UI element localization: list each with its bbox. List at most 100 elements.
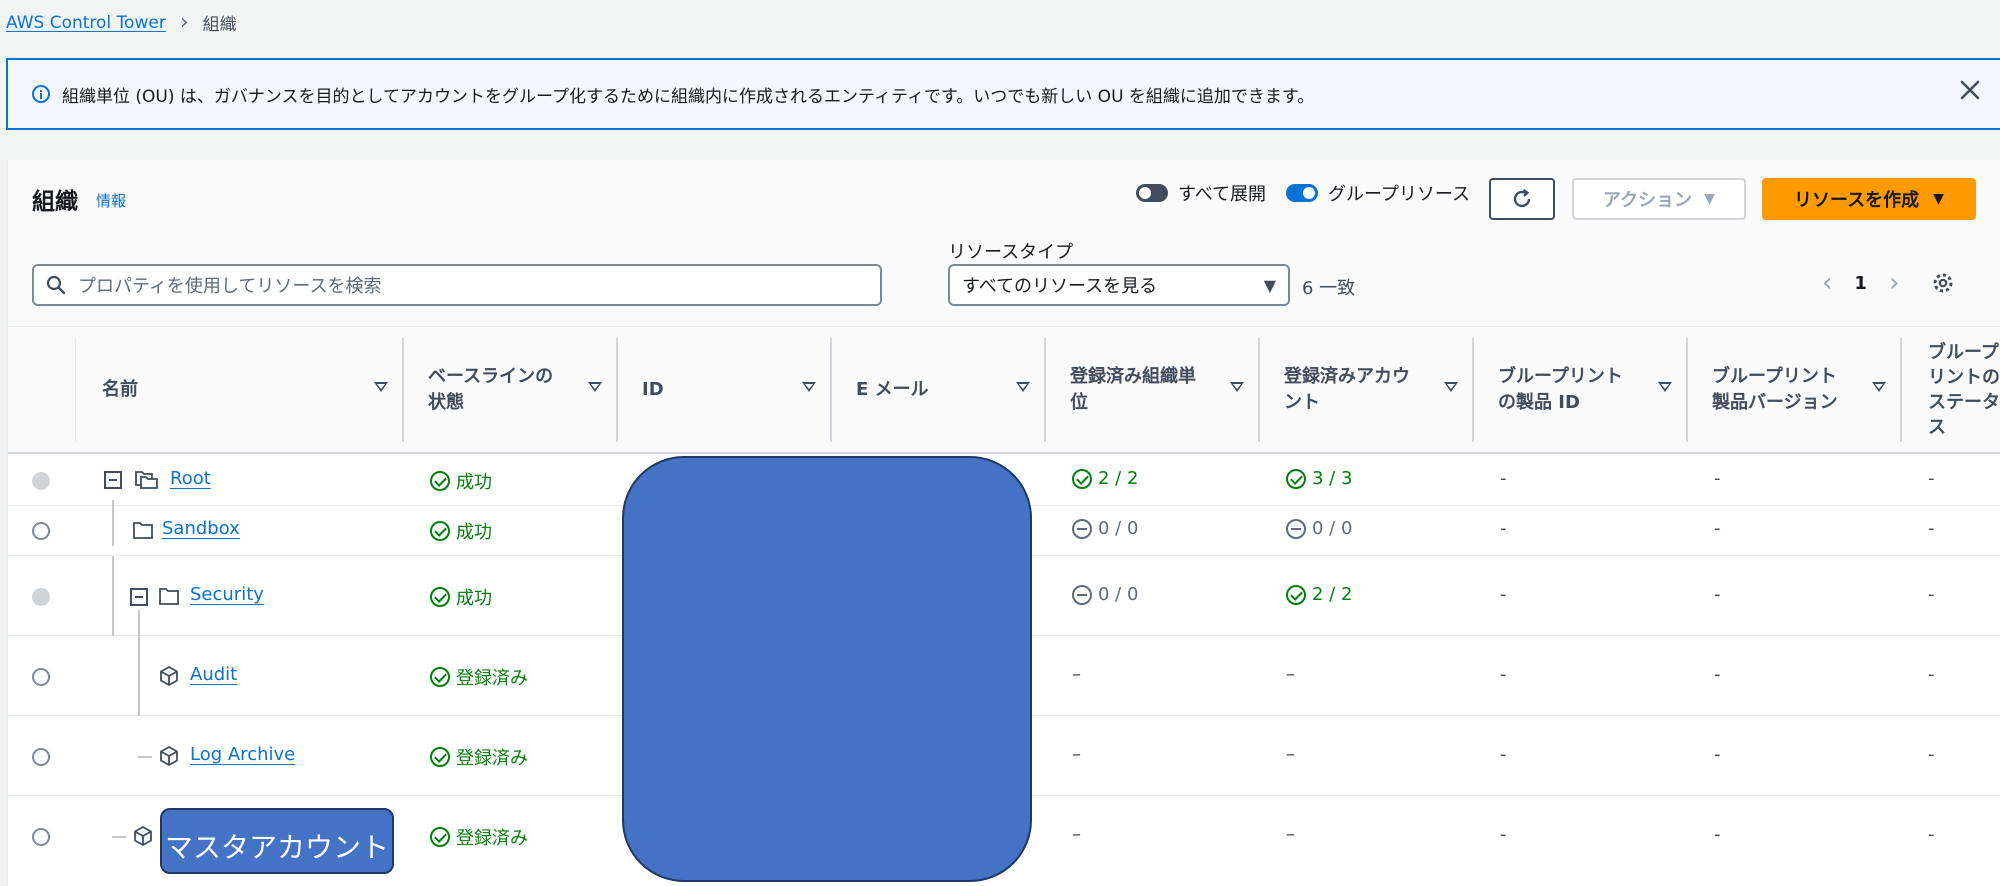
blueprint-product-id: - (1500, 664, 1507, 685)
column-header-name[interactable]: 名前 (78, 338, 404, 442)
sort-icon[interactable] (1658, 382, 1672, 392)
row-name-link[interactable]: Sandbox (162, 518, 240, 539)
row-name-link[interactable]: Log Archive (190, 744, 295, 765)
resource-type-value: すべてのリソースを見る (962, 276, 1158, 297)
baseline-status: 登録済み (430, 744, 528, 770)
row-radio[interactable] (32, 828, 50, 846)
registered-ou-count: 2 / 2 (1072, 468, 1138, 489)
tree-line (112, 500, 114, 546)
column-header-id[interactable]: ID (618, 338, 832, 442)
blueprint-version: - (1714, 468, 1721, 489)
collapse-icon[interactable] (130, 588, 148, 606)
tree-line (112, 836, 126, 838)
page-title: 組織 (32, 189, 78, 215)
row-radio[interactable] (32, 748, 50, 766)
column-header-registered-accounts[interactable]: 登録済みアカウ ント (1260, 338, 1474, 442)
search-placeholder: プロパティを使用してリソースを検索 (78, 276, 382, 297)
sort-icon[interactable] (374, 382, 388, 392)
baseline-status: 登録済み (430, 824, 528, 850)
account-cube-icon (160, 746, 178, 766)
column-header-registered-ou[interactable]: 登録済み組織単位 (1046, 338, 1260, 442)
column-label: ベースラインの 状態 (428, 366, 554, 413)
breadcrumb-link-control-tower[interactable]: AWS Control Tower (6, 13, 166, 33)
account-cube-icon (134, 826, 152, 846)
registered-ou-count: – (1072, 664, 1081, 685)
redaction-overlay (622, 456, 1032, 882)
blueprint-version: - (1714, 744, 1721, 765)
info-icon (32, 85, 50, 103)
close-icon[interactable] (1958, 78, 1982, 102)
sort-icon[interactable] (1444, 382, 1458, 392)
toggle-switch-on[interactable] (1286, 184, 1318, 202)
resource-type-label: リソースタイプ (948, 242, 1074, 263)
create-resource-button[interactable]: リソースを作成 ▼ (1762, 178, 1976, 220)
create-resource-label: リソースを作成 (1794, 190, 1920, 211)
registered-ou-count: – (1072, 824, 1081, 845)
caret-down-icon: ▼ (1263, 275, 1276, 295)
minus-circle-icon (1286, 518, 1306, 539)
breadcrumb-current: 組織 (202, 15, 237, 35)
sort-icon[interactable] (588, 382, 602, 392)
expand-all-toggle[interactable]: すべて展開 (1136, 180, 1266, 206)
blueprint-product-id: - (1500, 824, 1507, 845)
search-input[interactable]: プロパティを使用してリソースを検索 (32, 264, 882, 306)
resource-type-select[interactable]: すべてのリソースを見る ▼ (948, 264, 1290, 306)
baseline-status: 登録済み (430, 664, 528, 690)
match-count: 6 一致 (1302, 278, 1356, 299)
success-icon (430, 747, 450, 767)
sort-icon[interactable] (1230, 382, 1244, 392)
folders-icon (135, 471, 158, 489)
page-number[interactable]: 1 (1854, 273, 1867, 294)
success-icon (1286, 468, 1306, 489)
toggle-switch-off[interactable] (1136, 184, 1168, 202)
group-resources-toggle[interactable]: グループリソース (1286, 180, 1470, 206)
chevron-right-icon[interactable]: › (1889, 270, 1899, 296)
column-header-email[interactable]: E メール (832, 338, 1046, 442)
row-name-link[interactable]: Audit (190, 664, 237, 685)
info-link[interactable]: 情報 (96, 190, 126, 211)
toggle-label: すべて展開 (1178, 184, 1267, 205)
registered-account-count: 3 / 3 (1286, 468, 1352, 489)
collapse-icon[interactable] (104, 471, 122, 489)
column-header-blueprint-product-id[interactable]: ブループリント の製品 ID (1474, 338, 1688, 442)
column-label: E メール (856, 379, 929, 400)
row-name-link[interactable]: Root (170, 468, 211, 489)
blueprint-status: - (1928, 744, 1935, 765)
column-header-blueprint-version[interactable]: ブループリント 製品バージョン (1688, 338, 1902, 442)
caret-down-icon: ▼ (1704, 191, 1715, 207)
column-label: 登録済み組織単位 (1070, 366, 1196, 413)
blueprint-status: - (1928, 584, 1935, 605)
gear-icon[interactable] (1931, 271, 1955, 295)
tree-line (138, 756, 152, 758)
column-header-blueprint-status[interactable]: ブループ リントの ステータス (1902, 338, 2000, 442)
row-radio[interactable] (32, 668, 50, 686)
column-header-baseline-status[interactable]: ベースラインの 状態 (404, 338, 618, 442)
actions-button[interactable]: アクション ▼ (1572, 178, 1746, 220)
refresh-button[interactable] (1489, 178, 1555, 220)
blueprint-product-id: - (1500, 468, 1507, 489)
sort-icon[interactable] (802, 382, 816, 392)
registered-ou-count: – (1072, 744, 1081, 765)
row-name-link[interactable]: Security (190, 584, 264, 605)
registered-ou-count: 0 / 0 (1072, 584, 1138, 605)
sort-icon[interactable] (1872, 382, 1886, 392)
pagination: ‹ 1 › (1822, 270, 1955, 296)
chevron-left-icon[interactable]: ‹ (1822, 270, 1832, 296)
sort-icon[interactable] (1016, 382, 1030, 392)
column-label: ID (642, 379, 664, 400)
search-icon (46, 275, 66, 295)
blueprint-status: - (1928, 468, 1935, 489)
registered-account-count: – (1286, 664, 1295, 685)
banner-message: 組織単位 (OU) は、ガバナンスを目的としてアカウントをグループ化するために組… (62, 86, 1315, 107)
row-radio (32, 588, 50, 606)
column-label: 登録済みアカウ ント (1284, 366, 1410, 413)
info-banner: 組織単位 (OU) は、ガバナンスを目的としてアカウントをグループ化するために組… (6, 58, 2000, 130)
registered-account-count: – (1286, 824, 1295, 845)
minus-circle-icon (1072, 518, 1092, 539)
blueprint-status: - (1928, 518, 1935, 539)
blueprint-status: - (1928, 824, 1935, 845)
success-icon (430, 827, 450, 847)
blueprint-version: - (1714, 518, 1721, 539)
select-column-header (8, 338, 76, 442)
row-radio[interactable] (32, 522, 50, 540)
